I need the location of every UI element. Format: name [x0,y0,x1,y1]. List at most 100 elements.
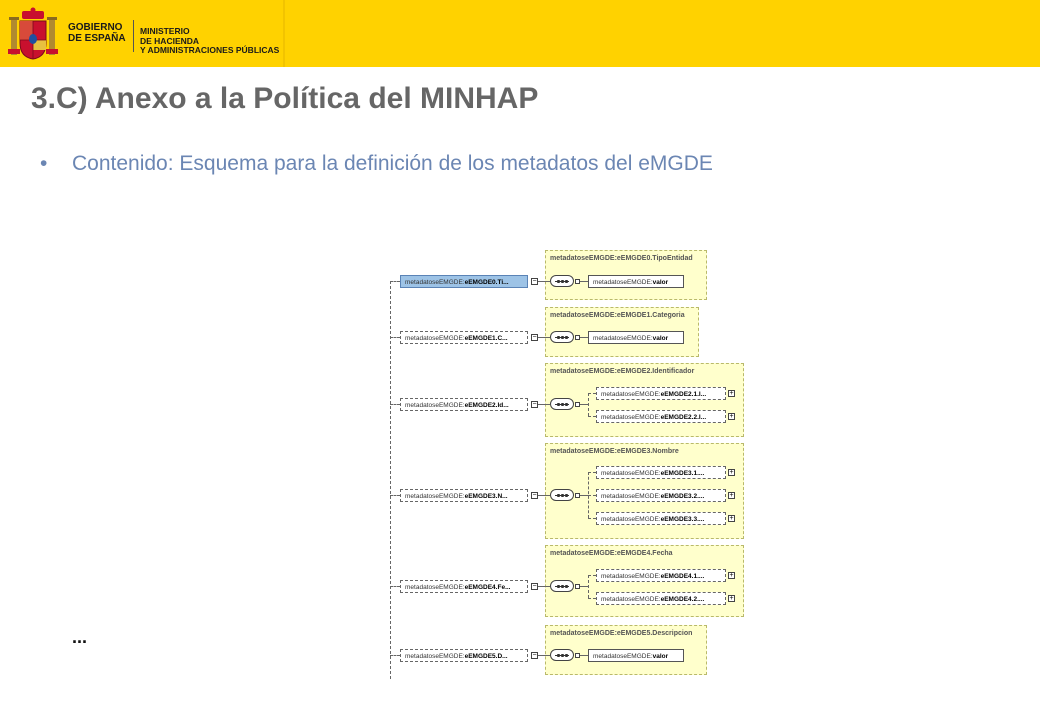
expand-icon[interactable]: + [728,571,735,579]
child-node[interactable]: metadatoseEMGDE:eEMGDE3.1.... [596,466,726,479]
sequence-icon[interactable] [550,331,574,343]
logo-separator [133,20,134,52]
node-prefix: metadatoseEMGDE: [601,595,661,603]
element-node-0[interactable]: metadatoseEMGDE:eEMGDE0.Ti... [400,275,528,288]
continuation-ellipsis: ... [72,627,88,647]
connector-line [580,586,588,587]
node-name: eEMGDE2.1.I... [660,390,707,398]
connector-line [538,655,550,656]
node-name: eEMGDE3.N... [464,493,508,500]
node-prefix: metadatoseEMGDE: [405,279,465,286]
sequence-icon[interactable] [550,649,574,661]
government-logo: GOBIERNO DE ESPAÑA MINISTERIO DE HACIEND… [0,0,285,67]
element-node-5[interactable]: metadatoseEMGDE:eEMGDE5.D... [400,649,528,662]
child-branch-line [588,574,596,576]
node-name: eEMGDE4.Fe... [464,584,511,591]
expand-icon[interactable]: + [728,412,735,420]
node-prefix: metadatoseEMGDE: [593,335,653,342]
expand-icon[interactable]: − [531,652,538,659]
connector-line [580,404,588,405]
node-name: valor [652,279,669,286]
node-name: eEMGDE1.C... [464,335,508,342]
node-prefix: metadatoseEMGDE: [601,493,661,500]
sequence-icon[interactable] [550,489,574,501]
child-node[interactable]: metadatoseEMGDE:valor [588,649,684,662]
node-name: eEMGDE3.2.... [660,493,705,500]
slide-title: 3.C) Anexo a la Política del MINHAP [31,82,539,115]
element-node-1[interactable]: metadatoseEMGDE:eEMGDE1.C... [400,331,528,344]
child-node[interactable]: metadatoseEMGDE:eEMGDE4.2.... [596,591,726,605]
node-prefix: metadatoseEMGDE: [601,516,661,523]
expand-icon[interactable]: − [531,278,538,285]
group-title: metadatoseEMGDE:eEMGDE1.Categoria [550,312,685,319]
child-connector-line [588,574,589,598]
connector-line [538,281,550,282]
child-node[interactable]: metadatoseEMGDE:valor [588,331,684,344]
expand-icon[interactable]: − [531,401,538,408]
expand-icon[interactable]: + [728,469,735,476]
node-name: eEMGDE3.1.... [660,470,705,477]
node-prefix: metadatoseEMGDE: [601,572,661,580]
node-prefix: metadatoseEMGDE: [593,653,653,660]
child-node[interactable]: metadatoseEMGDE:eEMGDE2.2.I... [596,409,726,423]
child-branch-line [588,415,596,417]
child-node[interactable]: metadatoseEMGDE:eEMGDE4.1.... [596,568,726,582]
node-name: eEMGDE5.D... [464,653,508,660]
node-prefix: metadatoseEMGDE: [405,584,465,591]
sequence-icon[interactable] [550,580,574,592]
node-name: eEMGDE2.Id... [464,402,509,409]
node-name: eEMGDE4.1.... [660,572,705,580]
group-title: metadatoseEMGDE:eEMGDE2.Identificador [550,368,695,375]
expand-icon[interactable]: − [531,583,538,590]
branch-line [390,281,400,282]
element-node-2[interactable]: metadatoseEMGDE:eEMGDE2.Id... [400,398,528,411]
expand-icon[interactable]: − [531,334,538,341]
child-node[interactable]: metadatoseEMGDE:valor [588,275,684,288]
group-title: metadatoseEMGDE:eEMGDE3.Nombre [550,448,679,455]
sequence-icon[interactable] [550,398,574,410]
sequence-icon[interactable] [550,275,574,287]
bullet-text: Contenido: Esquema para la definición de… [72,152,713,175]
node-prefix: metadatoseEMGDE: [601,390,661,398]
expand-icon[interactable]: − [531,492,538,499]
connector-line [580,281,588,282]
child-branch-line [588,597,596,599]
node-name: eEMGDE4.2.... [660,595,705,603]
node-name: eEMGDE3.3.... [660,516,705,523]
node-prefix: metadatoseEMGDE: [593,279,653,286]
child-branch-line [588,495,596,496]
child-node[interactable]: metadatoseEMGDE:eEMGDE3.3.... [596,512,726,525]
element-node-4[interactable]: metadatoseEMGDE:eEMGDE4.Fe... [400,580,528,593]
group-title: metadatoseEMGDE:eEMGDE4.Fecha [550,550,673,557]
node-name: eEMGDE0.Ti... [464,279,509,286]
child-node[interactable]: metadatoseEMGDE:eEMGDE3.2.... [596,489,726,502]
node-prefix: metadatoseEMGDE: [405,402,465,409]
node-name: eEMGDE2.2.I... [660,413,707,421]
connector-line [538,404,550,405]
bullet-marker: • [40,152,48,175]
node-prefix: metadatoseEMGDE: [601,470,661,477]
government-name: GOBIERNO DE ESPAÑA [68,22,126,44]
ministry-name: MINISTERIO DE HACIENDA Y ADMINISTRACIONE… [140,26,280,55]
expand-icon[interactable]: + [728,492,735,499]
connector-line [580,337,588,338]
child-branch-line [588,472,596,473]
expand-icon[interactable]: + [728,515,735,522]
node-prefix: metadatoseEMGDE: [601,413,661,421]
branch-line [390,337,400,338]
element-node-3[interactable]: metadatoseEMGDE:eEMGDE3.N... [400,489,528,502]
expand-icon[interactable]: + [728,389,735,397]
child-connector-line [588,392,589,416]
node-name: valor [652,335,669,342]
branch-line [390,655,400,656]
branch-line [390,586,400,587]
node-prefix: metadatoseEMGDE: [405,335,465,342]
header-banner: GOBIERNO DE ESPAÑA MINISTERIO DE HACIEND… [0,0,1040,67]
child-node[interactable]: metadatoseEMGDE:eEMGDE2.1.I... [596,386,726,400]
branch-line [390,495,400,496]
node-prefix: metadatoseEMGDE: [405,493,465,500]
expand-icon[interactable]: + [728,594,735,602]
child-branch-line [588,518,596,519]
child-branch-line [588,392,596,394]
sequence-connector-line [390,281,391,679]
